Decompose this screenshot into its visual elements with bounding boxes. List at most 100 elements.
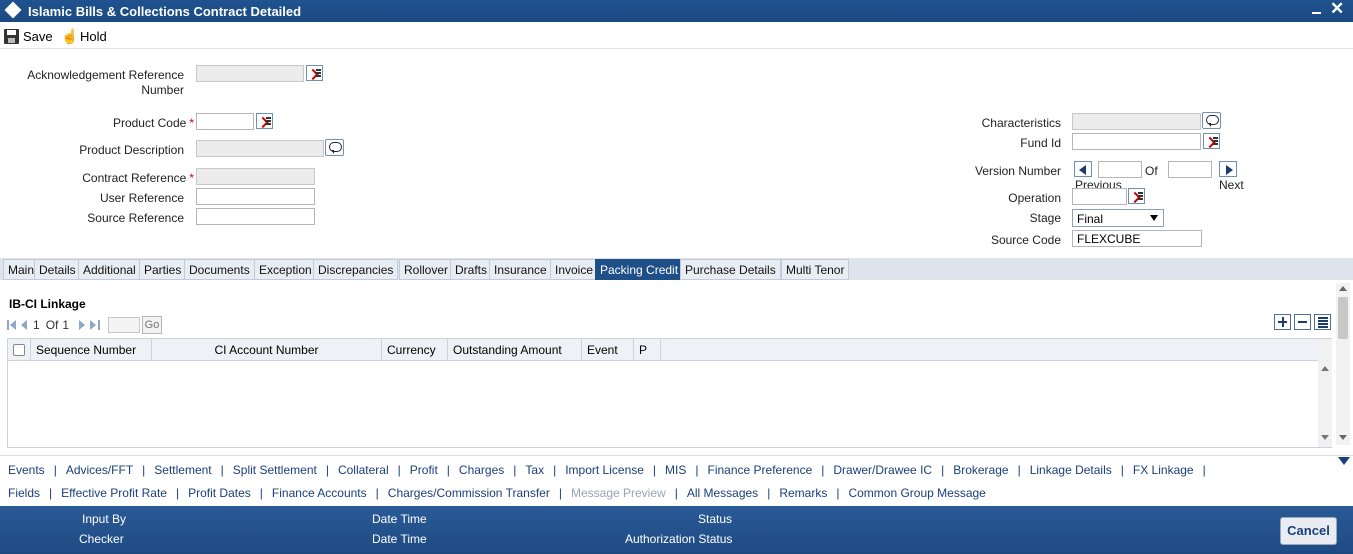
link-charges-commission-transfer[interactable]: Charges/Commission Transfer — [388, 486, 550, 500]
version-number-label: Version Number — [974, 164, 1061, 178]
hold-button[interactable]: ☝ Hold — [61, 27, 107, 45]
next-label[interactable]: Next — [1219, 178, 1259, 192]
link-all-messages[interactable]: All Messages — [687, 486, 758, 500]
scroll-up-icon[interactable] — [1321, 366, 1329, 371]
characteristics-chat-icon[interactable] — [1202, 112, 1221, 129]
tab-packing-credit[interactable]: Packing Credit — [595, 259, 684, 280]
characteristics-field[interactable] — [1072, 113, 1201, 130]
link-profit-dates[interactable]: Profit Dates — [188, 486, 251, 500]
source-code-field[interactable]: FLEXCUBE — [1072, 230, 1202, 247]
link-common-group-message[interactable]: Common Group Message — [848, 486, 985, 500]
col-p[interactable]: P — [634, 339, 661, 361]
page-scroll-down-icon[interactable] — [1339, 435, 1347, 440]
characteristics-label: Characteristics — [981, 116, 1061, 130]
link-finance-accounts[interactable]: Finance Accounts — [272, 486, 367, 500]
col-outstanding-amount[interactable]: Outstanding Amount — [448, 339, 582, 361]
next-version-icon[interactable] — [1219, 161, 1237, 177]
link-charges[interactable]: Charges — [459, 463, 504, 477]
product-description-field[interactable] — [196, 140, 324, 157]
page-scroll-up-icon[interactable] — [1339, 286, 1347, 291]
status-label: Status — [698, 512, 733, 526]
link-split-settlement[interactable]: Split Settlement — [233, 463, 317, 477]
select-all-checkbox[interactable] — [13, 344, 25, 356]
next-page-icon[interactable] — [79, 320, 87, 330]
page-number-input[interactable] — [108, 317, 140, 333]
page-scrollbar[interactable] — [1336, 283, 1350, 445]
link-linkage-details[interactable]: Linkage Details — [1030, 463, 1112, 477]
stage-select[interactable]: Final — [1072, 209, 1164, 227]
previous-version-icon[interactable] — [1074, 161, 1092, 177]
link-fx-linkage[interactable]: FX Linkage — [1133, 463, 1194, 477]
tab-multi-tenor[interactable]: Multi Tenor — [781, 259, 850, 280]
tab-insurance[interactable]: Insurance — [489, 259, 552, 280]
product-code-lov-icon[interactable] — [256, 113, 273, 129]
link-advices-fft[interactable]: Advices/FFT — [66, 463, 133, 477]
link-import-license[interactable]: Import License — [565, 463, 644, 477]
checker-label: Checker — [79, 532, 124, 546]
link-events[interactable]: Events — [8, 463, 45, 477]
link-drawer-drawee-ic[interactable]: Drawer/Drawee IC — [833, 463, 932, 477]
tab-documents[interactable]: Documents — [184, 259, 255, 280]
ack-ref-field[interactable] — [196, 65, 304, 82]
delete-row-icon[interactable] — [1294, 314, 1311, 330]
operation-field[interactable] — [1072, 188, 1127, 205]
previous-page-icon[interactable] — [21, 320, 29, 330]
tab-parties[interactable]: Parties — [139, 259, 187, 280]
cancel-button[interactable]: Cancel — [1280, 517, 1337, 545]
product-code-field[interactable] — [196, 113, 254, 130]
fund-id-field[interactable] — [1072, 133, 1201, 150]
collapse-links-icon[interactable] — [1338, 457, 1350, 465]
link-settlement[interactable]: Settlement — [154, 463, 211, 477]
tab-exception[interactable]: Exception — [254, 259, 317, 280]
user-reference-field[interactable] — [196, 188, 315, 205]
single-view-icon[interactable] — [1314, 314, 1331, 330]
source-reference-field[interactable] — [196, 208, 315, 225]
tab-rollover[interactable]: Rollover — [399, 259, 454, 280]
page-scroll-thumb[interactable] — [1338, 297, 1348, 339]
last-page-icon[interactable] — [90, 320, 101, 330]
link-separator: | — [553, 463, 557, 477]
save-button[interactable]: Save — [4, 27, 53, 45]
table-header: Sequence Number CI Account Number Curren… — [8, 339, 1318, 361]
tab-discrepancies[interactable]: Discrepancies — [313, 259, 399, 280]
link-separator: | — [142, 463, 146, 477]
link-separator: | — [674, 486, 678, 500]
tab-invoice[interactable]: Invoice — [550, 259, 599, 280]
product-description-chat-icon[interactable] — [325, 139, 344, 156]
link-brokerage[interactable]: Brokerage — [953, 463, 1008, 477]
tab-additional[interactable]: Additional — [78, 259, 141, 280]
link-remarks[interactable]: Remarks — [779, 486, 827, 500]
add-row-icon[interactable] — [1274, 314, 1291, 330]
table-scrollbar[interactable] — [1318, 339, 1332, 447]
scroll-down-icon[interactable] — [1321, 435, 1329, 440]
close-icon[interactable]: ✕ — [1330, 0, 1344, 18]
link-effective-profit-rate[interactable]: Effective Profit Rate — [61, 486, 167, 500]
ack-ref-lov-icon[interactable] — [306, 65, 323, 81]
first-page-icon[interactable] — [7, 320, 18, 330]
fund-id-lov-icon[interactable] — [1203, 133, 1220, 149]
col-ci-account-number[interactable]: CI Account Number — [152, 339, 382, 361]
contract-reference-field[interactable] — [196, 168, 315, 185]
version-number-field[interactable] — [1098, 161, 1142, 178]
version-of-label: Of — [1145, 164, 1158, 178]
link-profit[interactable]: Profit — [410, 463, 438, 477]
minimize-icon[interactable] — [1311, 3, 1323, 17]
col-sequence-number[interactable]: Sequence Number — [31, 339, 152, 361]
col-currency[interactable]: Currency — [382, 339, 448, 361]
link-finance-preference[interactable]: Finance Preference — [708, 463, 813, 477]
link-collateral[interactable]: Collateral — [338, 463, 389, 477]
save-label: Save — [23, 28, 53, 44]
operation-lov-icon[interactable] — [1128, 188, 1145, 204]
tab-purchase-details[interactable]: Purchase Details — [680, 259, 781, 280]
link-mis[interactable]: MIS — [665, 463, 686, 477]
tab-drafts[interactable]: Drafts — [450, 259, 493, 280]
link-tax[interactable]: Tax — [525, 463, 544, 477]
link-separator: | — [175, 486, 180, 500]
go-button[interactable]: Go — [142, 316, 162, 334]
tab-details[interactable]: Details — [34, 259, 81, 280]
link-fields[interactable]: Fields — [8, 486, 40, 500]
col-event[interactable]: Event — [582, 339, 634, 361]
version-total-field[interactable] — [1168, 161, 1212, 178]
date-time-label-2: Date Time — [372, 532, 427, 546]
link-separator: | — [821, 463, 825, 477]
